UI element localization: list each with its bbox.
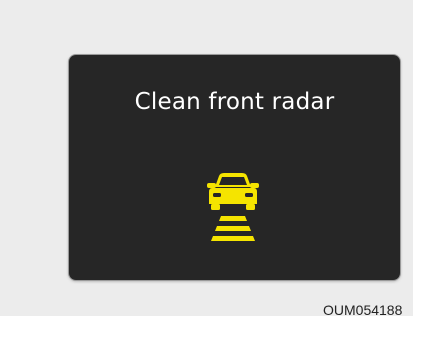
front-radar-warning-icon: [207, 173, 259, 241]
warning-message: Clean front radar: [134, 89, 335, 115]
cluster-display: Clean front radar: [69, 55, 400, 280]
figure-code: OUM054188: [323, 302, 403, 318]
